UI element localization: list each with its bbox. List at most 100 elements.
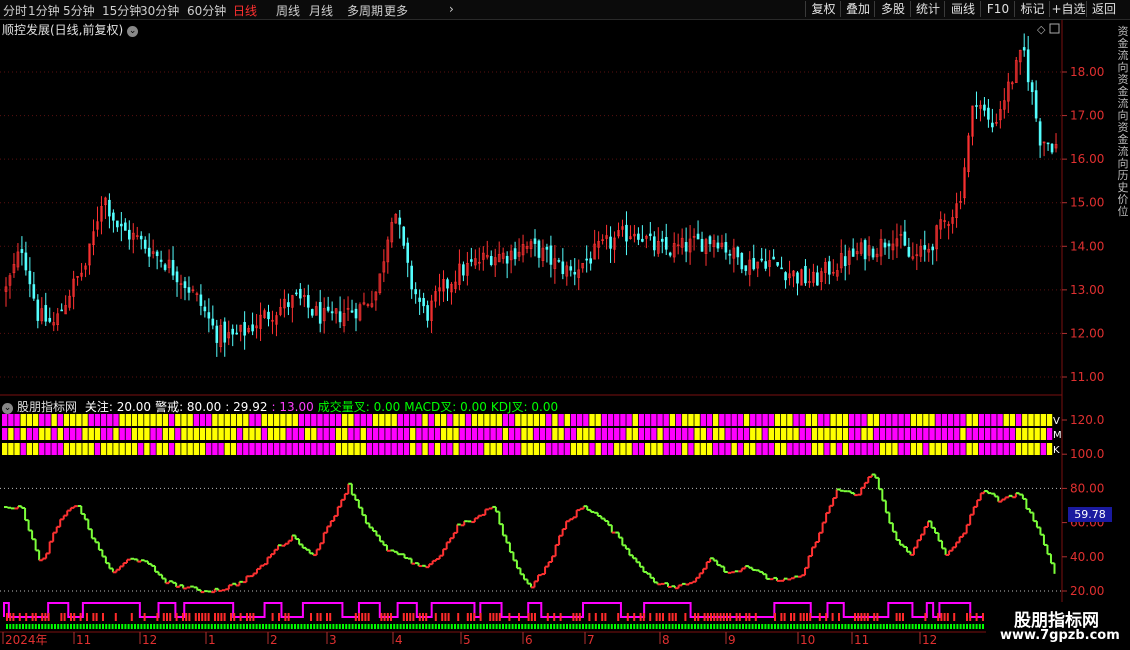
signal-marker [793,613,796,621]
signal-cell [521,443,527,455]
signal-cell [459,414,465,426]
signal-cell [416,414,422,426]
signal-cell [947,443,954,455]
baseline-tick [409,624,412,629]
baseline-tick [710,624,712,629]
baseline-tick [898,624,901,629]
baseline-tick [652,624,655,629]
signal-marker [873,613,876,621]
signal-marker [47,613,50,621]
candle-body [931,246,935,251]
baseline-tick [143,624,146,629]
signal-marker [406,613,408,621]
signal-marker [284,613,287,621]
baseline-tick [770,624,773,629]
signal-cell [311,414,317,426]
baseline-tick [233,624,236,629]
chart-area[interactable]: 18.00 17.00 16.00 15.00 14.00 13.00 12.00 11.00… [0,0,1130,650]
signal-cell [780,443,787,455]
signal-cell [818,414,824,426]
signal-marker [799,613,802,621]
candle-body [36,299,40,321]
baseline-tick [854,624,856,629]
signal-cell [916,428,923,440]
signal-cell [391,428,397,440]
signal-cell [743,428,750,440]
candle-body [143,239,147,249]
signal-cell [811,414,818,426]
signal-cell [706,414,713,426]
chevron-down-icon[interactable]: ⌄ [2,403,13,414]
signal-marker [982,613,984,621]
signal-cell [125,443,132,455]
signal-marker [495,613,498,621]
candle-body [744,265,748,271]
signal-marker [818,613,821,621]
signal-cell [428,428,434,440]
baseline-tick [924,624,927,629]
signal-marker [470,613,472,621]
candle-body [175,271,179,283]
baseline-tick [201,624,204,629]
baseline-tick [930,624,933,629]
signal-cell [144,443,150,455]
baseline-tick [582,624,584,629]
signal-cell [910,443,917,455]
signal-cell [280,428,286,440]
signal-marker [31,613,34,621]
signal-cell [552,428,558,440]
candle-body [887,243,891,247]
baseline-tick [332,624,335,629]
signal-cell [638,414,645,426]
signal-marker [924,613,927,621]
baseline-tick [278,624,280,629]
candle-body [462,264,465,276]
signal-cell [978,428,985,440]
signal-cell [218,443,224,455]
baseline-tick [726,624,728,629]
signal-cell [168,443,175,455]
signal-cell [719,414,725,426]
signal-marker [498,613,501,621]
signal-marker [143,613,146,621]
signal-cell [787,414,793,426]
signal-cell [688,443,694,455]
signal-cell [119,414,125,426]
baseline-tick [578,624,581,629]
candle-body [776,262,779,266]
signal-cell [855,414,861,426]
signal-cell [1034,414,1040,426]
signal-cell [663,428,669,440]
signal-cell [224,428,230,440]
signal-cell [348,428,354,440]
signal-cell [879,414,886,426]
baseline-tick [614,624,616,629]
signal-marker [34,613,37,621]
candle-body [696,233,700,240]
signal-cell [335,443,342,455]
signal-marker [102,613,104,621]
baseline-tick [860,624,863,629]
signal-cell [422,428,428,440]
baseline-tick [639,624,642,629]
baseline-tick [412,624,415,629]
time-label: 8 [662,633,670,647]
signal-cell [8,443,14,455]
candle-body [127,229,131,240]
signal-marker [790,613,792,621]
side-panel-vertical-text[interactable]: 资金流向资金流向资金流向历史价位 [1117,26,1129,218]
signal-cell [311,428,317,440]
signal-cell [144,428,150,440]
baseline-tick [172,624,175,629]
baseline-tick [927,624,930,629]
baseline-tick [946,624,949,629]
baseline-tick [921,624,924,629]
signal-cell [564,428,570,440]
signal-cell [620,414,626,426]
baseline-tick [370,624,373,629]
indicator-item-1: 警戒: 80.00 [155,400,222,414]
signal-cell [793,414,799,426]
signal-row-label: V [1053,416,1060,427]
signal-marker [863,613,866,621]
signal-cell [941,443,948,455]
